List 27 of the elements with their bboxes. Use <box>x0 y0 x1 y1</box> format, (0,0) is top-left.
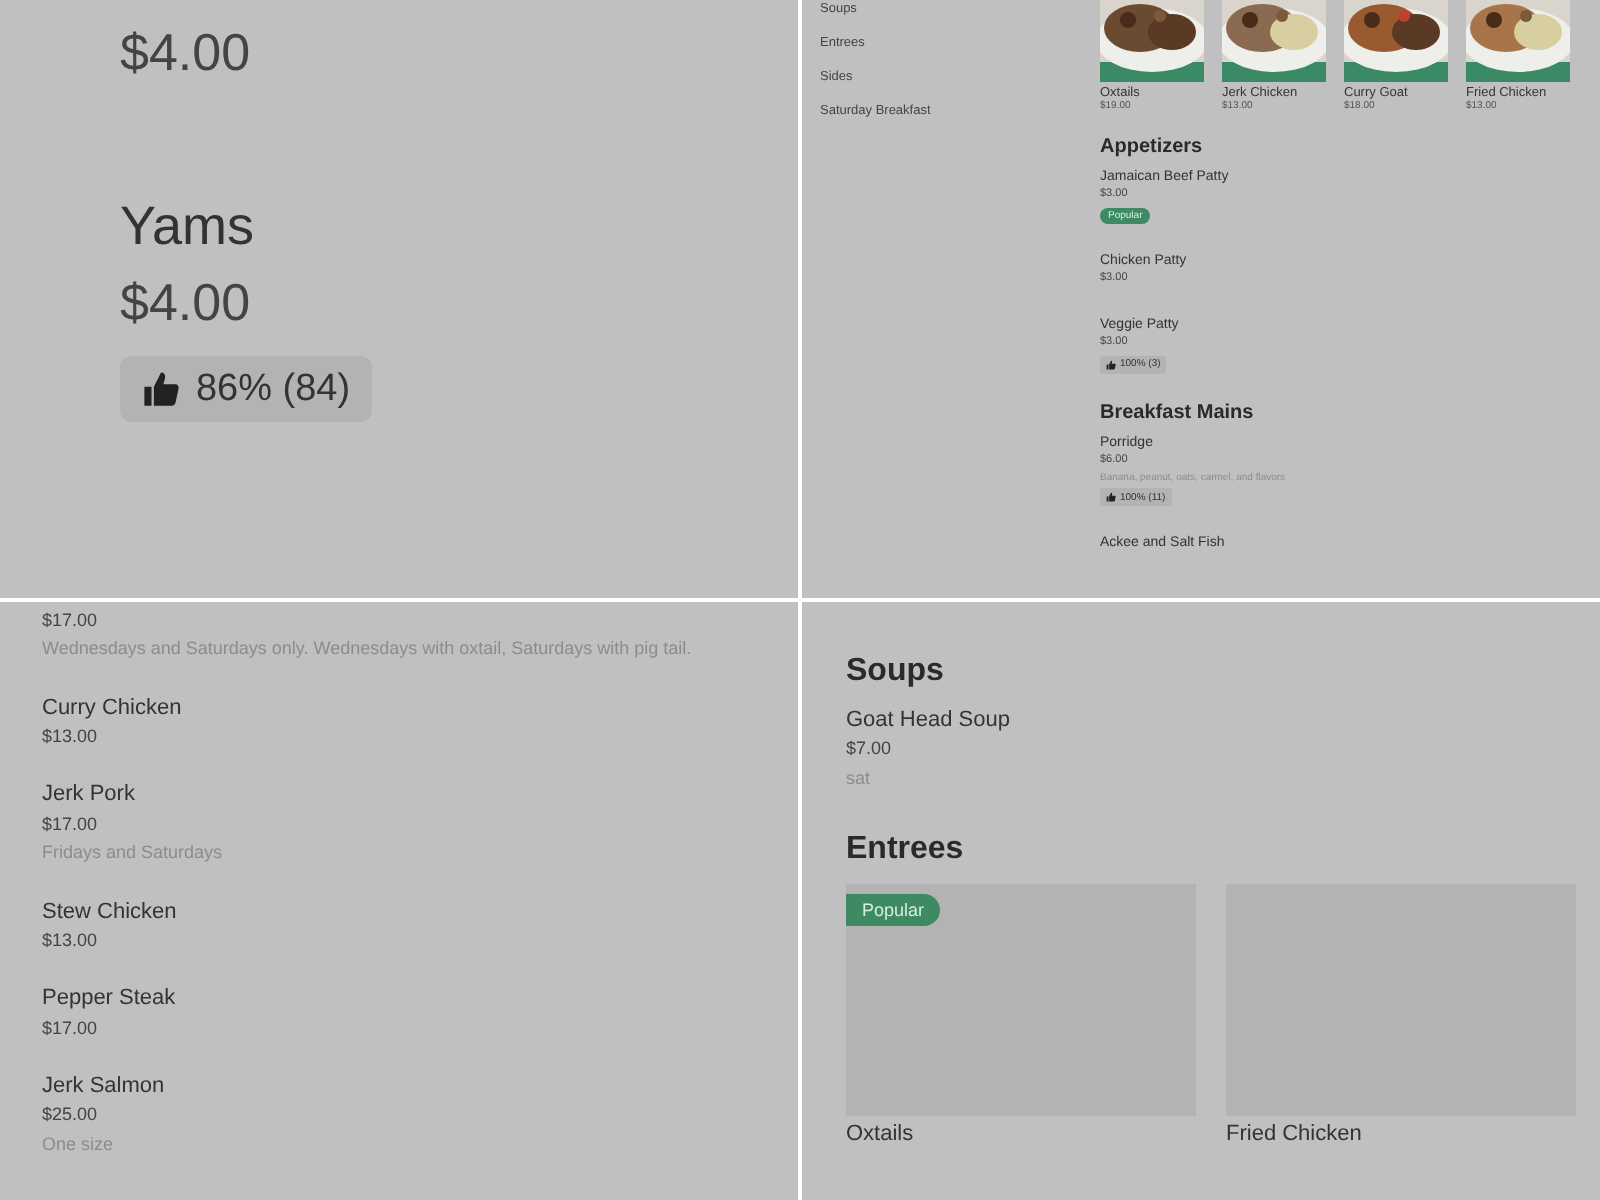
section-heading: Breakfast Mains <box>1100 401 1256 424</box>
item-price: $4.00 <box>120 20 251 86</box>
section-heading: Appetizers <box>1100 136 1205 158</box>
item-price: $13.00 <box>42 724 98 751</box>
thumbs-up-icon <box>1106 492 1116 503</box>
item-price: $17.00 <box>42 608 98 634</box>
item-price: $17.00 <box>42 811 98 838</box>
thumbs-up-icon <box>142 370 181 409</box>
item-name: Yams <box>120 193 255 260</box>
item-name: Goat Head Soup <box>846 706 1010 735</box>
section-heading: Entrees <box>846 832 966 869</box>
item-name: Jerk Pork <box>42 780 135 810</box>
dish-name: Fried Chicken <box>1226 1122 1364 1147</box>
popular-badge: Popular <box>846 894 941 927</box>
item-name: Curry Chicken <box>42 693 182 723</box>
item-name: Stew Chicken <box>42 897 177 926</box>
section-heading: Soups <box>846 654 946 690</box>
item-price: $17.00 <box>42 1015 98 1042</box>
item-price: $7.00 <box>846 736 892 763</box>
rating-pill: 86% (84) <box>120 355 373 423</box>
item-name: Pepper Steak <box>42 984 176 1014</box>
dish-name: Oxtails <box>846 1122 916 1147</box>
item-price: $25.00 <box>42 1102 98 1129</box>
thumbs-up-icon <box>1106 359 1116 370</box>
item-price: $4.00 <box>120 269 251 336</box>
item-price: $13.00 <box>42 927 98 954</box>
item-name: Jerk Salmon <box>42 1071 165 1101</box>
